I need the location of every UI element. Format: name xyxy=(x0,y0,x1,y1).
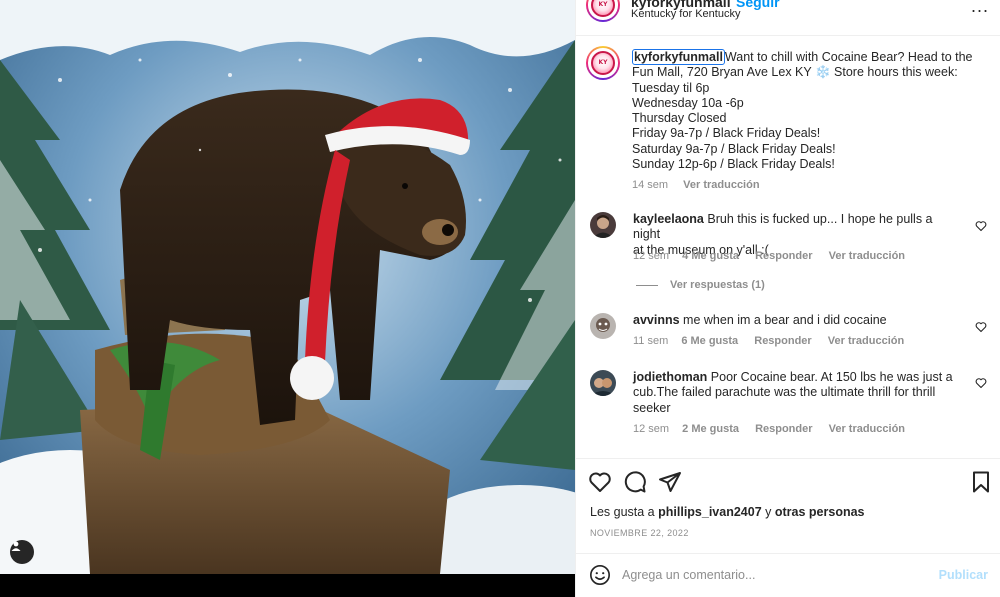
comment-input[interactable] xyxy=(622,564,922,586)
likes-middle: y xyxy=(765,505,772,519)
caption-line: Wednesday 10a -6p xyxy=(632,95,744,110)
comment-time[interactable]: 12 sem xyxy=(633,250,669,262)
post-actions: Les gusta a phillips_ivan2407 y otras pe… xyxy=(576,458,1000,596)
translate-link[interactable]: Ver traducción xyxy=(829,423,905,435)
photo-letterbox xyxy=(0,574,575,597)
heart-icon[interactable] xyxy=(975,220,987,232)
comment-icon[interactable] xyxy=(623,470,647,494)
comment-time[interactable]: 11 sem xyxy=(633,335,668,347)
post-comment-button[interactable]: Publicar xyxy=(939,568,988,582)
cocaine-bear-image xyxy=(0,0,575,574)
caption-time[interactable]: 14 sem xyxy=(632,179,668,191)
post-header: KY kyforkyfunmall Seguir Kentucky for Ke… xyxy=(576,0,1000,36)
emoji-icon[interactable] xyxy=(589,564,611,586)
replies-divider xyxy=(636,284,658,286)
bookmark-icon[interactable] xyxy=(969,470,993,494)
post-photo[interactable] xyxy=(0,0,575,574)
caption-line: Sunday 12p-6p / Black Friday Deals! xyxy=(632,157,835,172)
view-replies-button[interactable]: Ver respuestas (1) xyxy=(636,279,765,291)
caption-translate-link[interactable]: Ver traducción xyxy=(683,179,759,191)
comment-text: cub.The failed parachute was the ultimat… xyxy=(633,385,936,400)
heart-icon[interactable] xyxy=(588,470,612,494)
likes-others-link[interactable]: otras personas xyxy=(775,505,865,519)
comment-text: me when im a bear and i did cocaine xyxy=(683,313,887,327)
translate-link[interactable]: Ver traducción xyxy=(829,250,905,262)
user-tag-icon[interactable] xyxy=(10,540,34,564)
view-replies-label: Ver respuestas (1) xyxy=(670,279,765,291)
comment-username[interactable]: avvinns xyxy=(633,313,680,327)
add-comment-bar: Publicar xyxy=(576,553,1000,596)
post-date[interactable]: NOVIEMBRE 22, 2022 xyxy=(590,528,689,538)
caption-line: Tuesday til 6p xyxy=(632,80,710,95)
liker-username[interactable]: phillips_ivan2407 xyxy=(658,505,762,519)
caption-line: Want to chill with Cocaine Bear? Head to… xyxy=(724,50,973,64)
reply-button[interactable]: Responder xyxy=(755,423,812,435)
reply-button[interactable]: Responder xyxy=(754,335,811,347)
comment-text: seeker xyxy=(633,400,671,415)
likes-prefix: Les gusta a xyxy=(590,505,655,519)
comment-likes[interactable]: 6 Me gusta xyxy=(681,335,738,347)
comment-time[interactable]: 12 sem xyxy=(633,423,669,435)
caption-line: Saturday 9a-7p / Black Friday Deals! xyxy=(632,141,836,156)
caption-avatar[interactable]: KY xyxy=(586,46,620,80)
heart-icon[interactable] xyxy=(975,377,987,389)
caption-line: Thursday Closed xyxy=(632,111,727,126)
translate-link[interactable]: Ver traducción xyxy=(828,335,904,347)
caption-username[interactable]: kyforkyfunmall xyxy=(632,49,725,65)
commenter-avatar[interactable] xyxy=(590,212,616,238)
avatar[interactable]: KY xyxy=(586,0,620,22)
follow-button[interactable]: Seguir xyxy=(736,0,780,10)
caption-line: Fun Mall, 720 Bryan Ave Lex KY ❄️ Store … xyxy=(632,65,958,80)
comment-likes[interactable]: 4 Me gusta xyxy=(682,250,739,262)
comment-likes[interactable]: 2 Me gusta xyxy=(682,423,739,435)
location-link[interactable]: Kentucky for Kentucky xyxy=(631,8,740,20)
comment-text: Poor Cocaine bear. At 150 lbs he was jus… xyxy=(710,370,953,384)
comment-username[interactable]: kayleelaona xyxy=(633,212,704,226)
commenter-avatar[interactable] xyxy=(590,313,616,339)
post-details-panel: KY kyforkyfunmall Seguir Kentucky for Ke… xyxy=(575,0,1000,597)
likes-summary: Les gusta a phillips_ivan2407 y otras pe… xyxy=(590,505,865,519)
share-icon[interactable] xyxy=(658,470,682,494)
heart-icon[interactable] xyxy=(975,321,987,333)
reply-button[interactable]: Responder xyxy=(755,250,812,262)
commenter-avatar[interactable] xyxy=(590,370,616,396)
caption-line: Friday 9a-7p / Black Friday Deals! xyxy=(632,126,821,141)
comment-username[interactable]: jodiethoman xyxy=(633,370,707,384)
more-icon[interactable]: ... xyxy=(971,0,989,17)
